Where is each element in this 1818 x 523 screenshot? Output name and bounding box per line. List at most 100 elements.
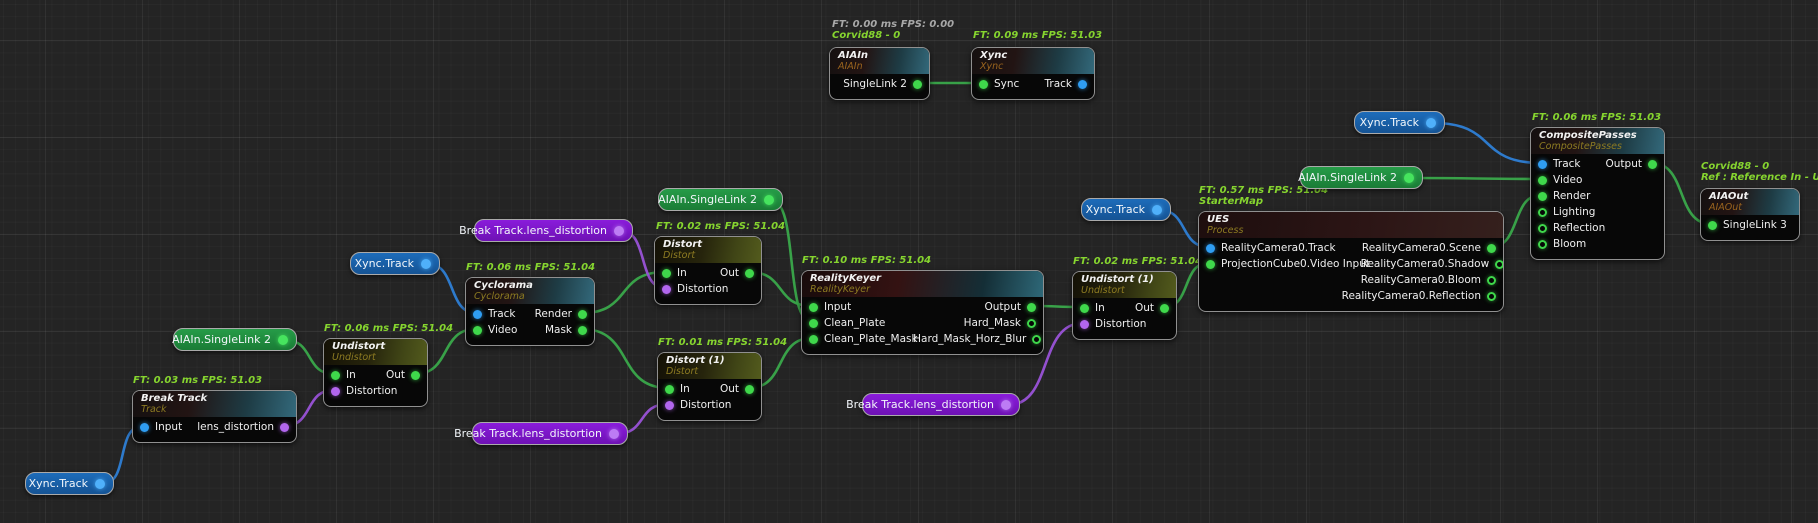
pill-break-lens-2[interactable]: Break Track.lens_distortion xyxy=(472,422,628,445)
node-undistort[interactable]: Undistort Undistort In Out Distortion xyxy=(323,338,428,407)
port-lighting-in[interactable]: Lighting xyxy=(1538,206,1595,218)
pill-aiain-singlelink2-3[interactable]: AIAIn.SingleLink 2 xyxy=(1300,166,1423,189)
port-dot[interactable] xyxy=(1538,224,1547,233)
port-mask-out[interactable]: Mask xyxy=(545,324,587,336)
port-realitycamera0-bloom-out[interactable]: RealityCamera0.Bloom xyxy=(1361,274,1496,286)
port-dot[interactable] xyxy=(1080,320,1089,329)
port-track-out[interactable]: Track xyxy=(1045,78,1087,90)
port-projectioncube0-video-input-in[interactable]: ProjectionCube0.Video Input xyxy=(1206,258,1361,270)
pill-xync-track-3[interactable]: Xync.Track xyxy=(1081,198,1171,221)
port-dot[interactable] xyxy=(913,80,922,89)
node-aiaout[interactable]: AIAOut AIAOut SingleLink 3 xyxy=(1700,188,1800,241)
port-dot[interactable] xyxy=(280,423,289,432)
port-dot[interactable] xyxy=(665,385,674,394)
port-dot[interactable] xyxy=(331,371,340,380)
port-lens-distortion-out[interactable]: lens_distortion xyxy=(197,421,289,433)
pill-xync-track-4[interactable]: Xync.Track xyxy=(1354,111,1445,134)
port-video-in[interactable]: Video xyxy=(1538,174,1582,186)
port-dot[interactable] xyxy=(411,371,420,380)
port-dot[interactable] xyxy=(809,303,818,312)
port-hard-mask-horz-blur-out[interactable]: Hard_Mask_Horz_Blur xyxy=(913,333,1036,345)
port-dot[interactable] xyxy=(662,269,671,278)
port-sync-in[interactable]: Sync xyxy=(979,78,1019,90)
node-distort1[interactable]: Distort (1) Distort In Out Distortion xyxy=(657,352,762,421)
port-dot[interactable] xyxy=(473,310,482,319)
port-realitycamera0-shadow-out[interactable]: RealityCamera0.Shadow xyxy=(1361,258,1496,270)
port-dot[interactable] xyxy=(1538,176,1547,185)
port-realitycamera0-track-in[interactable]: RealityCamera0.Track xyxy=(1206,242,1336,254)
port-dot[interactable] xyxy=(614,226,624,236)
port-dot[interactable] xyxy=(1538,192,1547,201)
port-clean-plate-in[interactable]: Clean_Plate xyxy=(809,317,885,329)
pill-break-lens-1[interactable]: Break Track.lens_distortion xyxy=(474,219,633,242)
port-reflection-in[interactable]: Reflection xyxy=(1538,222,1605,234)
edge-pill-xync-track-4--composite.track[interactable] xyxy=(1433,123,1541,163)
port-in[interactable]: In xyxy=(1080,302,1105,314)
port-dot[interactable] xyxy=(662,285,671,294)
port-dot[interactable] xyxy=(745,385,754,394)
port-in[interactable]: In xyxy=(331,369,356,381)
port-out[interactable]: Out xyxy=(1135,302,1169,314)
port-dot[interactable] xyxy=(1487,292,1496,301)
port-dot[interactable] xyxy=(1080,304,1089,313)
pill-aiain-singlelink2-2[interactable]: AIAIn.SingleLink 2 xyxy=(658,188,783,211)
port-distortion-in[interactable]: Distortion xyxy=(662,283,728,295)
port-dot[interactable] xyxy=(1152,205,1162,215)
port-dot[interactable] xyxy=(609,429,619,439)
port-dot[interactable] xyxy=(745,269,754,278)
node-xync[interactable]: Xync Xync Sync Track xyxy=(971,47,1095,100)
port-output-out[interactable]: Output xyxy=(1606,158,1657,170)
port-render-out[interactable]: Render xyxy=(535,308,587,320)
port-input-in[interactable]: Input xyxy=(809,301,851,313)
port-out[interactable]: Out xyxy=(386,369,420,381)
port-video-in[interactable]: Video xyxy=(473,324,517,336)
port-dot[interactable] xyxy=(1708,221,1717,230)
port-dot[interactable] xyxy=(1538,160,1547,169)
pill-aiain-singlelink2-1[interactable]: AIAIn.SingleLink 2 xyxy=(173,328,297,351)
node-realitykeyer[interactable]: RealityKeyer RealityKeyer Input Output C… xyxy=(801,270,1044,355)
port-dot[interactable] xyxy=(578,326,587,335)
port-realitycamera0-reflection-out[interactable]: RealityCamera0.Reflection xyxy=(1342,290,1496,302)
port-clean-plate-mask-in[interactable]: Clean_Plate_Mask xyxy=(809,333,913,345)
port-dot[interactable] xyxy=(809,319,818,328)
port-dot[interactable] xyxy=(578,310,587,319)
port-dot[interactable] xyxy=(140,423,149,432)
port-dot[interactable] xyxy=(1538,208,1547,217)
port-in[interactable]: In xyxy=(662,267,687,279)
node-distort[interactable]: Distort Distort In Out Distortion xyxy=(654,236,762,305)
port-dot[interactable] xyxy=(95,479,105,489)
port-dot[interactable] xyxy=(1487,244,1496,253)
node-aiain[interactable]: AIAIn AIAIn SingleLink 2 xyxy=(829,47,930,100)
node-ues[interactable]: UES Process RealityCamera0.Track Reality… xyxy=(1198,211,1504,312)
port-dot[interactable] xyxy=(1027,303,1036,312)
port-dot[interactable] xyxy=(1032,335,1041,344)
port-dot[interactable] xyxy=(665,401,674,410)
port-dot[interactable] xyxy=(1495,260,1504,269)
port-dot[interactable] xyxy=(473,326,482,335)
port-dot[interactable] xyxy=(1078,80,1087,89)
port-dot[interactable] xyxy=(1206,244,1215,253)
port-dot[interactable] xyxy=(1487,276,1496,285)
pill-xync-track-2[interactable]: Xync.Track xyxy=(350,252,440,275)
port-realitycamera0-scene-out[interactable]: RealityCamera0.Scene xyxy=(1362,242,1496,254)
port-singlelink2-out[interactable]: SingleLink 2 xyxy=(843,78,922,90)
port-dot[interactable] xyxy=(1160,304,1169,313)
node-break-track[interactable]: Break Track Track Input lens_distortion xyxy=(132,390,297,443)
port-dot[interactable] xyxy=(979,80,988,89)
node-cyclorama[interactable]: Cyclorama Cyclorama Track Render Video M… xyxy=(465,277,595,346)
port-input-in[interactable]: Input xyxy=(140,421,182,433)
port-distortion-in[interactable]: Distortion xyxy=(1080,318,1146,330)
port-bloom-in[interactable]: Bloom xyxy=(1538,238,1586,250)
port-distortion-in[interactable]: Distortion xyxy=(665,399,731,411)
port-singlelink3-in[interactable]: SingleLink 3 xyxy=(1708,219,1787,231)
port-track-in[interactable]: Track xyxy=(473,308,515,320)
node-graph-canvas[interactable]: FT: 0.00 ms FPS: 0.00 Corvid88 - 0 FT: 0… xyxy=(0,0,1818,523)
port-output-out[interactable]: Output xyxy=(985,301,1036,313)
port-render-in[interactable]: Render xyxy=(1538,190,1590,202)
port-dot[interactable] xyxy=(278,335,288,345)
port-dot[interactable] xyxy=(1538,240,1547,249)
edge-pill-aiain-singlelink2-3--composite.video[interactable] xyxy=(1411,178,1541,179)
port-dot[interactable] xyxy=(1206,260,1215,269)
port-dot[interactable] xyxy=(764,195,774,205)
port-dot[interactable] xyxy=(1648,160,1657,169)
